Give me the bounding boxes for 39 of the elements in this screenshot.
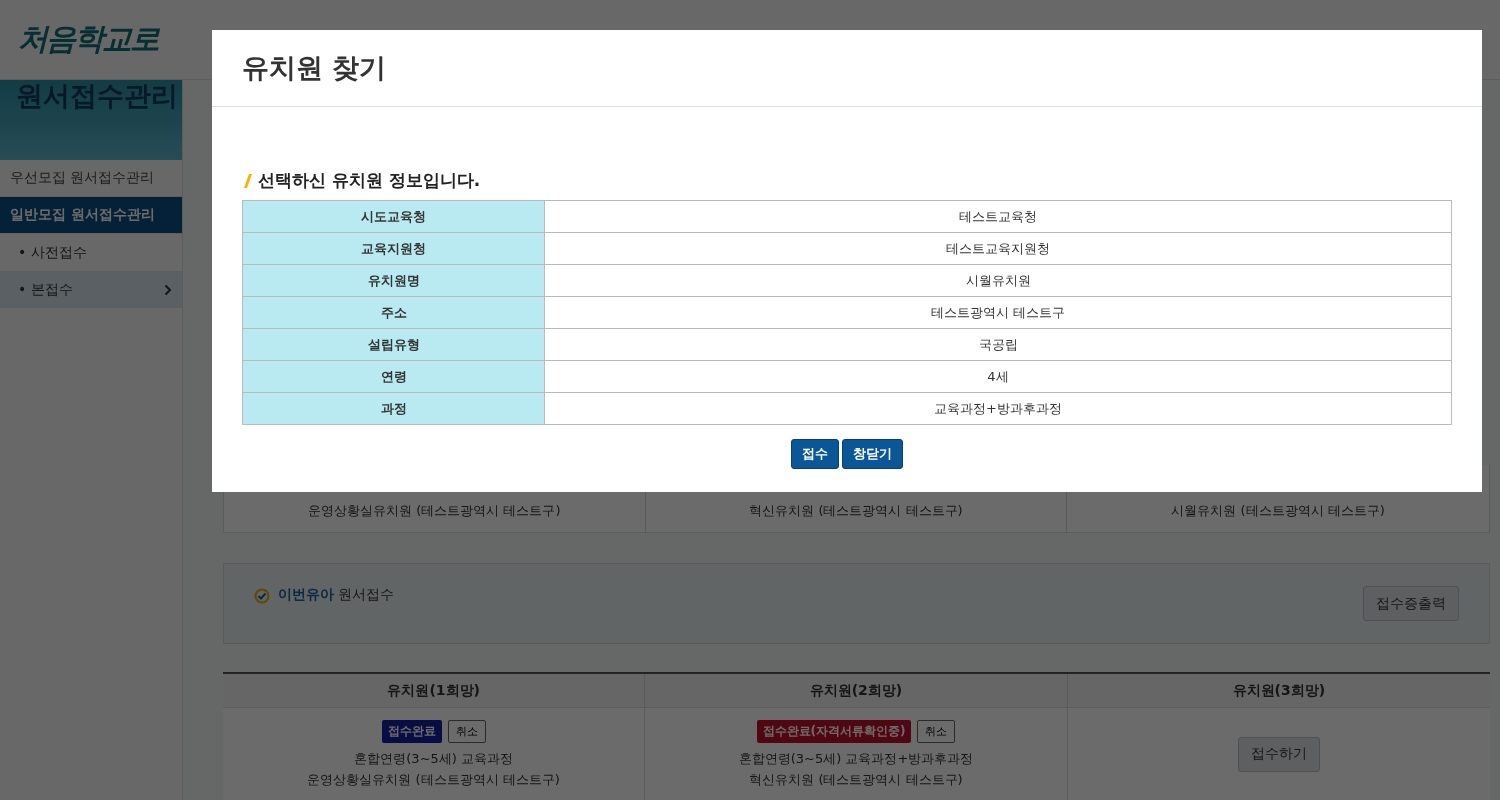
row-label: 시도교육청 (243, 201, 545, 233)
row-value: 교육과정+방과후과정 (545, 393, 1451, 425)
row-value: 테스트교육청 (545, 201, 1451, 233)
dialog-button[interactable]: 접수 (791, 439, 839, 469)
row-label: 유치원명 (243, 265, 545, 297)
status-tag: 접수완료 (381, 719, 442, 743)
row-label: 교육지원청 (243, 233, 545, 265)
column-header: 유치원(2희망) (645, 674, 1068, 708)
sidebar-item[interactable]: 일반모집 원서접수관리 (0, 197, 182, 234)
row-value: 시월유치원 (545, 265, 1451, 297)
cancel-button[interactable]: 취소 (917, 719, 956, 743)
cell-text: 운영상황실유치원 (테스트광역시 테스트구) (307, 770, 560, 789)
row-label: 설립유형 (243, 329, 545, 361)
check-circle-icon (254, 588, 270, 604)
dialog-button[interactable]: 창닫기 (842, 439, 903, 469)
cancel-button[interactable]: 취소 (447, 719, 486, 743)
apply-button[interactable]: 접수하기 (1237, 736, 1320, 772)
slash-icon (242, 172, 252, 189)
section-heading: 선택하신 유치원 정보입니다. (258, 169, 481, 192)
cell-text: 혼합연령(3~5세) 교육과정+방과후과정 (738, 749, 974, 768)
logo[interactable]: 처음학교로 (18, 19, 158, 60)
chevron-right-icon (164, 283, 172, 296)
print-button[interactable]: 접수증출력 (1363, 586, 1459, 621)
status-tag: 접수완료(자격서류확인중) (756, 719, 912, 743)
row-label: 연령 (243, 361, 545, 393)
row-label: 주소 (243, 297, 545, 329)
row-value: 4세 (545, 361, 1451, 393)
row-value: 테스트교육지원청 (545, 233, 1451, 265)
cell-text: 혼합연령(3~5세) 교육과정 (354, 749, 513, 768)
table-cell-text: 시월유치원 (테스트광역시 테스트구) (1170, 502, 1386, 520)
row-value: 국공립 (545, 329, 1451, 361)
row-label: 과정 (243, 393, 545, 425)
section-title: 이번유아 원서접수 (278, 586, 395, 604)
sidebar-subitem[interactable]: • 본접수 (0, 271, 182, 308)
row-value: 테스트광역시 테스트구 (545, 297, 1451, 329)
column-header: 유치원(3희망) (1067, 674, 1490, 708)
modal-title: 유치원 찾기 (242, 51, 387, 85)
column-header: 유치원(1희망) (223, 674, 646, 708)
cell-text: 혁신유치원 (테스트광역시 테스트구) (749, 770, 963, 789)
